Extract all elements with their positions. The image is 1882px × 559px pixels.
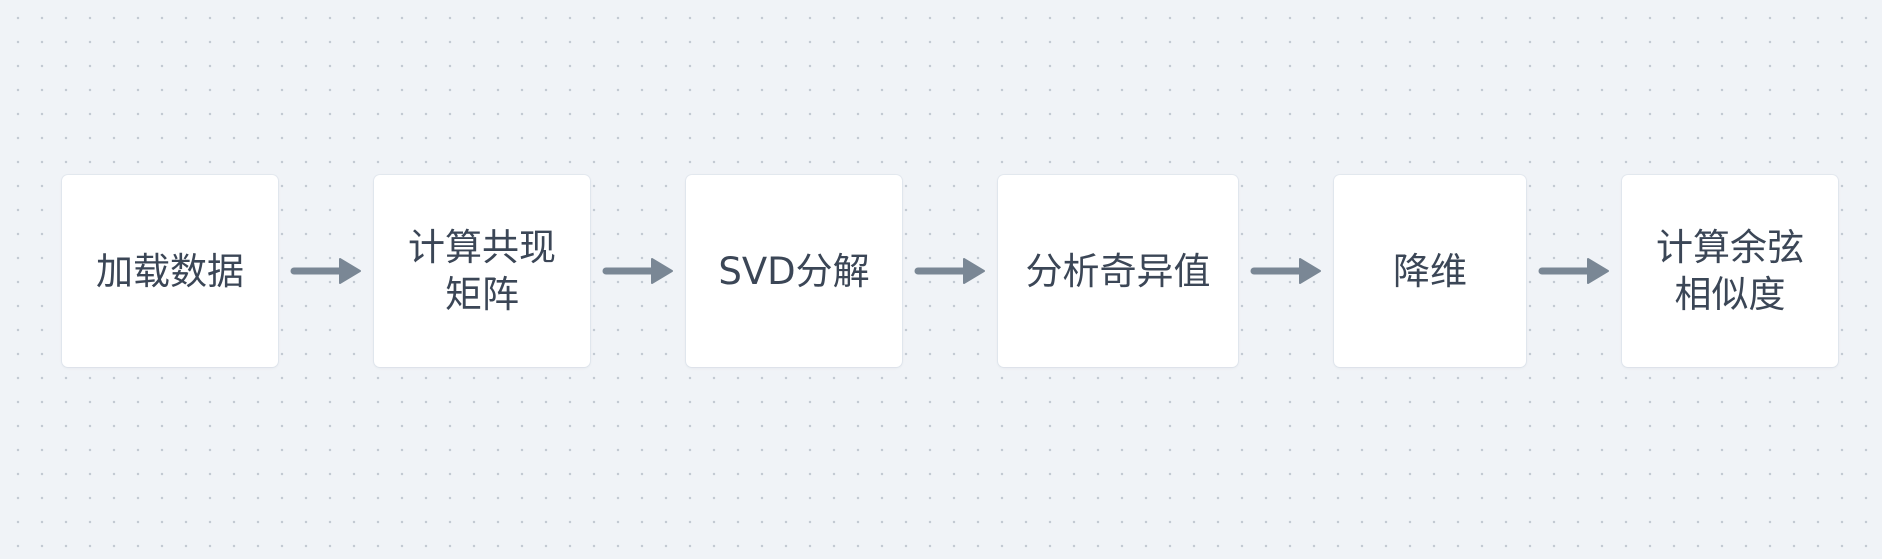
node-svd: SVD分解 (686, 175, 902, 367)
arrow-right-icon (1538, 258, 1609, 284)
arrow-4 (1250, 256, 1322, 286)
node-compute-cooccurrence: 计算共现 矩阵 (374, 175, 590, 367)
node-label: 加载数据 (96, 249, 244, 293)
node-label: 分析奇异值 (1025, 249, 1211, 293)
arrow-3 (914, 256, 986, 286)
node-load-data: 加载数据 (62, 175, 278, 367)
arrow-right-icon (914, 258, 985, 284)
arrow-2 (602, 256, 674, 286)
arrow-right-icon (290, 258, 361, 284)
arrow-right-icon (602, 258, 673, 284)
node-label: 降维 (1393, 249, 1467, 293)
arrow-right-icon (1250, 258, 1321, 284)
node-reduce-dim: 降维 (1334, 175, 1526, 367)
node-label: SVD分解 (718, 249, 870, 293)
node-singular-values: 分析奇异值 (998, 175, 1238, 367)
arrow-1 (290, 256, 362, 286)
node-label: 计算共现 矩阵 (408, 226, 556, 316)
arrow-5 (1538, 256, 1610, 286)
node-cosine-similarity: 计算余弦 相似度 (1622, 175, 1838, 367)
node-label: 计算余弦 相似度 (1656, 226, 1804, 316)
flow-diagram: 加载数据 计算共现 矩阵 SVD分解 分析奇异值 降维 计算余弦 相似度 (0, 0, 1882, 559)
